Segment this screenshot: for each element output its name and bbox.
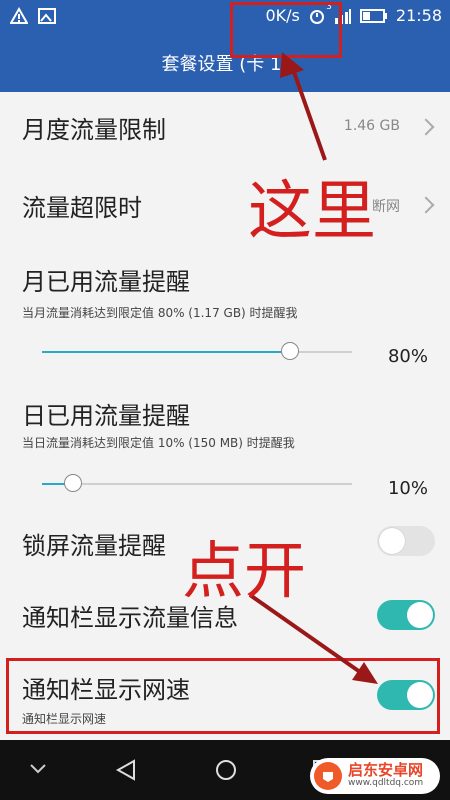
daily-reminder-percent: 10% (387, 478, 428, 499)
chevron-right-icon (417, 118, 435, 136)
slider-thumb[interactable] (281, 342, 299, 360)
clock: 21:58 (395, 6, 442, 25)
toggle-knob (379, 528, 405, 554)
over-limit-value: 断网 (372, 199, 400, 215)
image-icon (38, 8, 56, 24)
battery-icon (359, 8, 387, 23)
notif-speed-highlight-box (6, 658, 440, 734)
watermark-url: www.qdltdq.com (348, 778, 424, 789)
monthly-reminder-percent: 80% (387, 346, 428, 367)
lock-screen-toggle[interactable] (377, 526, 435, 556)
lock-screen-title: 锁屏流量提醒 (22, 532, 166, 560)
toggle-knob (407, 602, 433, 628)
monthly-limit-value: 1.46 GB (343, 118, 400, 134)
monthly-limit-title: 月度流量限制 (22, 116, 166, 144)
slider-track (42, 483, 352, 485)
slider-fill (42, 351, 290, 353)
monthly-reminder-item: 月已用流量提醒 当月流量消耗达到限定值 80% (1.17 GB) 时提醒我 8… (0, 242, 450, 379)
watermark: 启东安卓网 www.qdltdq.com (310, 758, 440, 794)
home-icon[interactable] (214, 758, 238, 782)
notif-traffic-toggle[interactable] (377, 600, 435, 630)
over-limit-title: 流量超限时 (22, 194, 142, 222)
monthly-limit-item[interactable]: 月度流量限制 1.46 GB (0, 92, 450, 165)
warning-icon (10, 7, 28, 24)
daily-reminder-slider[interactable] (42, 474, 352, 494)
daily-reminder-subtitle: 当日流量消耗达到限定值 10% (150 MB) 时提醒我 (22, 436, 295, 450)
slider-thumb[interactable] (64, 474, 82, 492)
annotation-here: 这里 (248, 175, 376, 249)
app-bar: 套餐设置 (卡 1) (0, 34, 450, 92)
speed-highlight-box (230, 2, 342, 58)
chevron-down-icon[interactable] (28, 762, 48, 776)
monthly-reminder-slider[interactable] (42, 342, 352, 362)
daily-reminder-item: 日已用流量提醒 当日流量消耗达到限定值 10% (150 MB) 时提醒我 10… (0, 378, 450, 505)
monthly-reminder-title: 月已用流量提醒 (22, 268, 190, 296)
back-icon[interactable] (114, 758, 138, 782)
monthly-reminder-subtitle: 当月流量消耗达到限定值 80% (1.17 GB) 时提醒我 (22, 306, 298, 320)
annotation-turn-on: 点开 (182, 534, 307, 607)
page-title: 套餐设置 (卡 1) (161, 54, 289, 75)
over-limit-item[interactable]: 流量超限时 断网 (0, 164, 450, 243)
status-bar: 0K/s 3 21:58 (0, 0, 450, 34)
daily-reminder-title: 日已用流量提醒 (22, 402, 190, 430)
watermark-name: 启东安卓网 (348, 761, 424, 780)
watermark-logo-icon (314, 762, 342, 790)
chevron-right-icon (417, 196, 435, 214)
